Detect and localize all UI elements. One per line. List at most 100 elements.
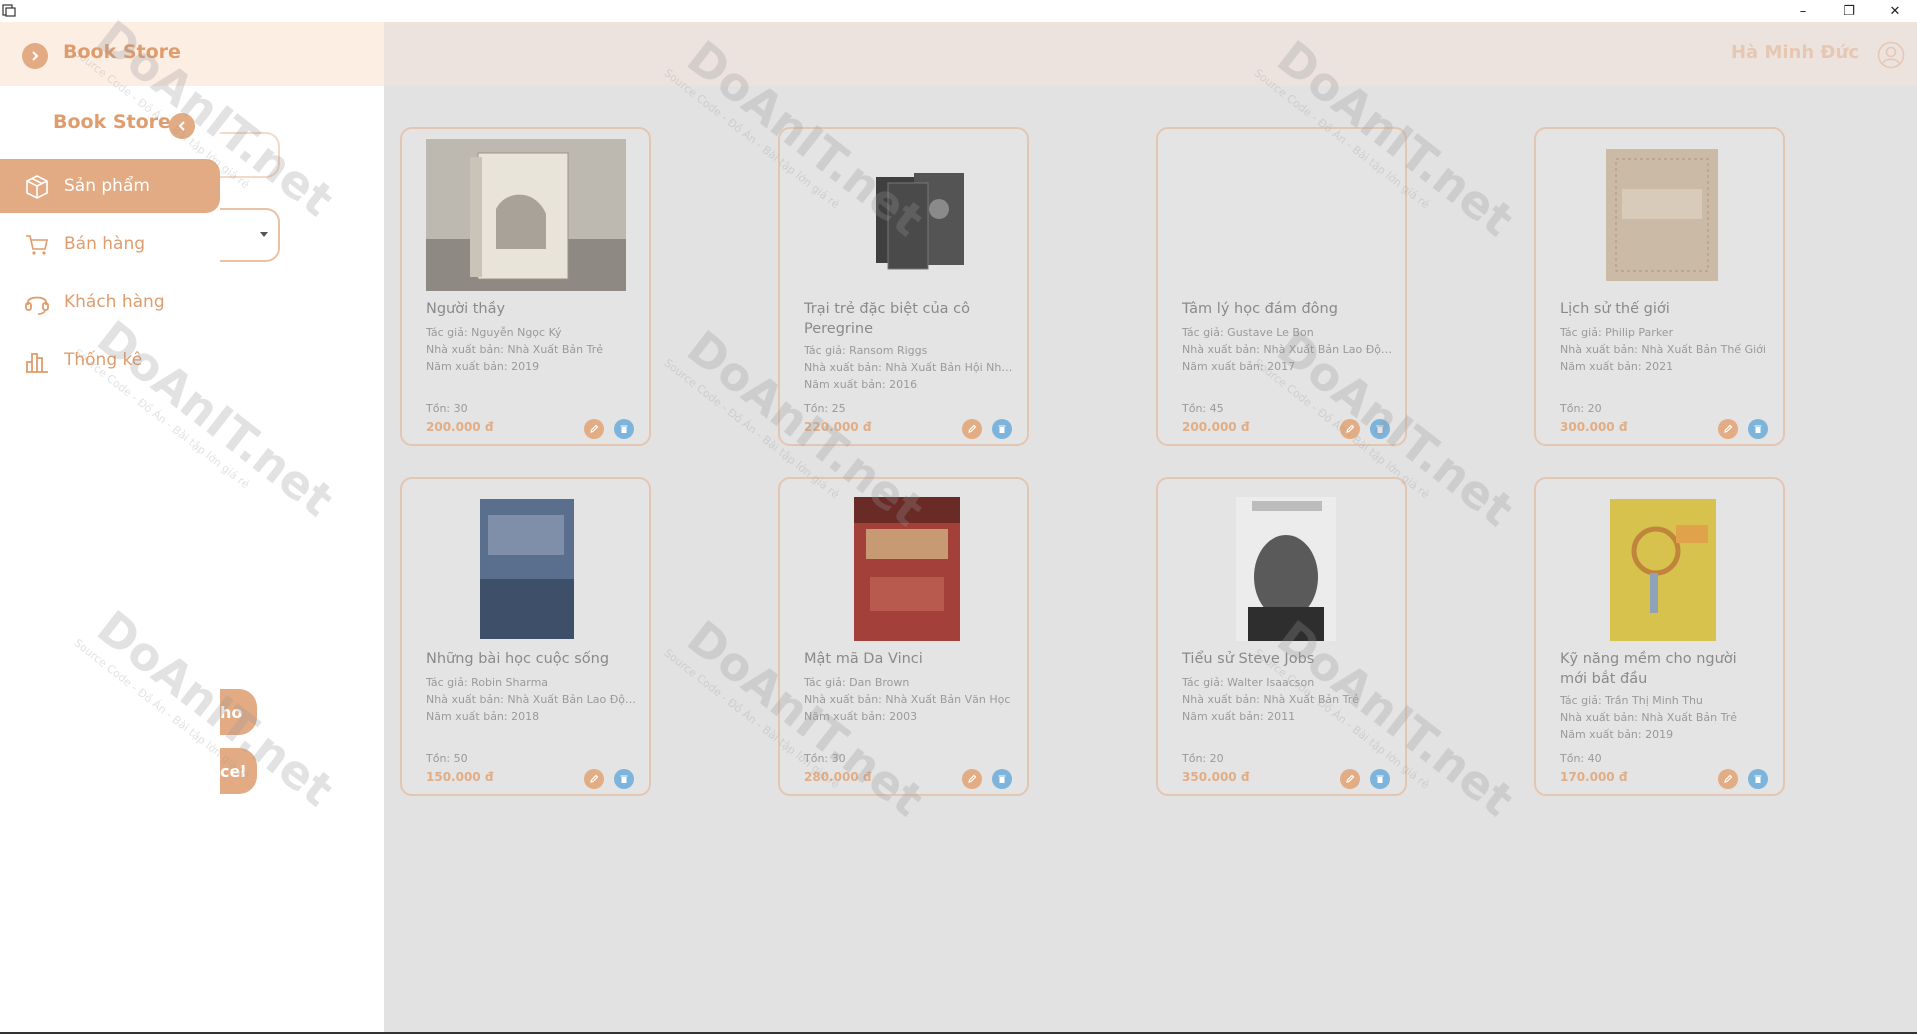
product-publisher: Nhà xuất bản: Nhà Xuất Bản Lao Động bbox=[426, 693, 636, 706]
pencil-icon bbox=[590, 424, 599, 433]
sidebar-item-label: Bán hàng bbox=[64, 234, 146, 254]
cart-icon bbox=[26, 235, 48, 255]
product-price: 300.000 đ bbox=[1560, 420, 1628, 434]
product-author: Tác giả: Gustave Le Bon bbox=[1182, 326, 1314, 339]
product-stock: Tồn: 20 bbox=[1560, 402, 1602, 415]
edit-button[interactable] bbox=[962, 419, 982, 439]
product-price: 200.000 đ bbox=[426, 420, 494, 434]
pencil-icon bbox=[1724, 774, 1733, 783]
product-card[interactable]: Những bài học cuộc sống Tác giả: Robin S… bbox=[400, 477, 651, 796]
trash-icon bbox=[1754, 775, 1762, 783]
bar-chart-icon bbox=[26, 353, 48, 373]
product-author: Tác giả: Dan Brown bbox=[804, 676, 910, 689]
book-cover-image bbox=[426, 489, 626, 641]
window-titlebar: – ❐ ✕ bbox=[0, 0, 1917, 22]
product-stock: Tồn: 30 bbox=[804, 752, 846, 765]
product-card[interactable]: Tiểu sử Steve Jobs Tác giả: Walter Isaac… bbox=[1156, 477, 1407, 796]
sidebar-brand: Book Store bbox=[53, 111, 171, 133]
sidebar-item-customers[interactable]: Khách hàng bbox=[0, 275, 220, 329]
product-year: Năm xuất bản: 2021 bbox=[1560, 360, 1674, 373]
product-stock: Tồn: 50 bbox=[426, 752, 468, 765]
product-author: Tác giả: Nguyễn Ngọc Ký bbox=[426, 326, 562, 339]
delete-button[interactable] bbox=[1748, 769, 1768, 789]
product-card[interactable]: Trại trẻ đặc biệt của cô Peregrine Tác g… bbox=[778, 127, 1029, 446]
trash-icon bbox=[998, 775, 1006, 783]
product-title: Người thầy bbox=[426, 301, 506, 317]
product-title: Mật mã Da Vinci bbox=[804, 651, 923, 667]
sidebar-item-label: Khách hàng bbox=[64, 292, 165, 312]
trash-icon bbox=[998, 425, 1006, 433]
product-title: Kỹ năng mềm cho người mới bắt đầu bbox=[1560, 651, 1737, 687]
edit-button[interactable] bbox=[584, 769, 604, 789]
product-grid-overlay: Người thầy Tác giả: Nguyễn Ngọc Ký Nhà x… bbox=[384, 86, 1917, 1032]
product-author: Tác giả: Walter Isaacson bbox=[1182, 676, 1315, 689]
product-year: Năm xuất bản: 2011 bbox=[1182, 710, 1296, 723]
book-cover-image bbox=[804, 139, 1004, 291]
pencil-icon bbox=[1724, 424, 1733, 433]
category-select-edge[interactable] bbox=[220, 208, 280, 262]
product-publisher: Nhà xuất bản: Nhà Xuất Bản Lao Động bbox=[1182, 343, 1392, 356]
product-card[interactable]: Mật mã Da Vinci Tác giả: Dan Brown Nhà x… bbox=[778, 477, 1029, 796]
edit-button[interactable] bbox=[1340, 419, 1360, 439]
product-publisher: Nhà xuất bản: Nhà Xuất Bản Trẻ bbox=[426, 343, 604, 356]
product-title: Tiểu sử Steve Jobs bbox=[1182, 651, 1315, 667]
minimize-button[interactable]: – bbox=[1781, 0, 1825, 22]
product-stock: Tồn: 20 bbox=[1182, 752, 1224, 765]
book-cover-image bbox=[1560, 489, 1760, 641]
product-card[interactable]: Tâm lý học đám đông Tác giả: Gustave Le … bbox=[1156, 127, 1407, 446]
product-author: Tác giả: Trần Thị Minh Thu bbox=[1560, 694, 1703, 707]
caret-down-icon bbox=[260, 232, 268, 237]
header-brand: Book Store bbox=[0, 22, 384, 86]
product-year: Năm xuất bản: 2016 bbox=[804, 378, 918, 391]
import-button-edge[interactable]: ho bbox=[220, 689, 257, 735]
edit-button[interactable] bbox=[1340, 769, 1360, 789]
trash-icon bbox=[1754, 425, 1762, 433]
expand-menu-button[interactable] bbox=[22, 43, 48, 69]
delete-button[interactable] bbox=[614, 769, 634, 789]
edit-button[interactable] bbox=[1718, 769, 1738, 789]
trash-icon bbox=[620, 775, 628, 783]
product-publisher: Nhà xuất bản: Nhà Xuất Bản Hội Nhà... bbox=[804, 361, 1014, 374]
product-year: Năm xuất bản: 2019 bbox=[1560, 728, 1674, 741]
chevron-left-icon bbox=[178, 121, 185, 131]
export-excel-button-edge[interactable]: cel bbox=[220, 748, 257, 794]
product-title: Những bài học cuộc sống bbox=[426, 651, 610, 667]
sidebar-item-sales[interactable]: Bán hàng bbox=[0, 217, 220, 271]
product-card[interactable]: Kỹ năng mềm cho người mới bắt đầu Tác gi… bbox=[1534, 477, 1785, 796]
delete-button[interactable] bbox=[1370, 419, 1390, 439]
trash-icon bbox=[1376, 775, 1384, 783]
product-year: Năm xuất bản: 2019 bbox=[426, 360, 540, 373]
collapse-menu-button[interactable] bbox=[169, 113, 195, 139]
edit-button[interactable] bbox=[584, 419, 604, 439]
pencil-icon bbox=[1346, 774, 1355, 783]
product-card[interactable]: Lịch sử thế giới Tác giả: Philip Parker … bbox=[1534, 127, 1785, 446]
product-title: Lịch sử thế giới bbox=[1560, 301, 1670, 317]
user-name[interactable]: Hà Minh Đức bbox=[1731, 42, 1859, 63]
trash-icon bbox=[620, 425, 628, 433]
sidebar: Book Store ho cel Sản phẩm Bán hàng Khác… bbox=[0, 86, 384, 1034]
user-icon[interactable] bbox=[1877, 41, 1905, 69]
book-cover-image bbox=[1560, 139, 1760, 291]
pencil-icon bbox=[968, 424, 977, 433]
chevron-right-icon bbox=[32, 51, 39, 61]
edit-button[interactable] bbox=[1718, 419, 1738, 439]
sidebar-item-statistics[interactable]: Thống kê bbox=[0, 333, 220, 387]
maximize-button[interactable]: ❐ bbox=[1827, 0, 1871, 22]
sidebar-item-label: Sản phẩm bbox=[64, 176, 150, 196]
delete-button[interactable] bbox=[1748, 419, 1768, 439]
delete-button[interactable] bbox=[992, 419, 1012, 439]
pencil-icon bbox=[590, 774, 599, 783]
product-card[interactable]: Người thầy Tác giả: Nguyễn Ngọc Ký Nhà x… bbox=[400, 127, 651, 446]
delete-button[interactable] bbox=[1370, 769, 1390, 789]
trash-icon bbox=[1376, 425, 1384, 433]
delete-button[interactable] bbox=[614, 419, 634, 439]
product-stock: Tồn: 25 bbox=[804, 402, 846, 415]
delete-button[interactable] bbox=[992, 769, 1012, 789]
close-button[interactable]: ✕ bbox=[1873, 0, 1917, 22]
book-cover-image bbox=[426, 139, 626, 291]
product-price: 350.000 đ bbox=[1182, 770, 1250, 784]
search-input-edge[interactable] bbox=[220, 132, 280, 178]
product-year: Năm xuất bản: 2017 bbox=[1182, 360, 1296, 373]
sidebar-item-products[interactable]: Sản phẩm bbox=[0, 159, 220, 213]
edit-button[interactable] bbox=[962, 769, 982, 789]
